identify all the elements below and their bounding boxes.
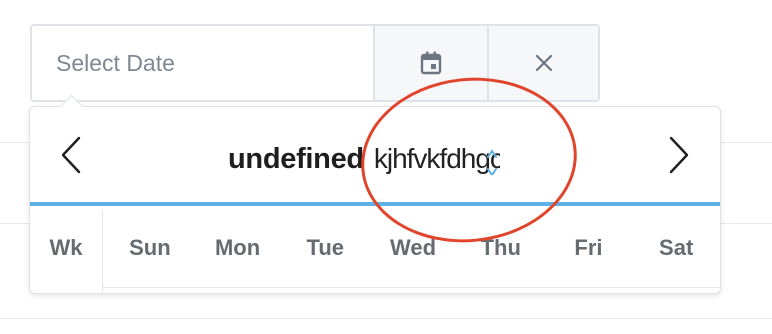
week-number-column: Wk (30, 210, 103, 295)
page: undefined (0, 0, 772, 334)
chevron-right-icon (668, 135, 690, 180)
weekday-mon: Mon (214, 235, 261, 260)
prev-month-button[interactable] (56, 135, 86, 180)
date-input[interactable] (32, 26, 373, 100)
weekday-header-row: Wk Sun Mon Tue Wed Thu Fri Sat (30, 210, 720, 295)
calendar-popup: undefined kjhfvkfdhgc Wk Sun Mon Tue Wed… (29, 106, 721, 295)
calendar-toggle-button[interactable] (373, 26, 487, 100)
current-month: undefined (228, 139, 504, 179)
month-navigation: undefined (30, 107, 720, 206)
close-icon (534, 53, 554, 73)
month-label: undefined (228, 142, 364, 175)
weekday-labels: Sun Mon Tue Wed Thu Fri Sat (103, 210, 720, 288)
calendar-icon (419, 50, 443, 76)
week-number-header: Wk (49, 235, 83, 260)
date-picker-field (30, 24, 600, 102)
weekday-wed: Wed (389, 235, 437, 260)
clear-date-button[interactable] (487, 26, 598, 100)
next-month-button[interactable] (664, 135, 694, 180)
weekday-tue: Tue (306, 235, 345, 260)
year-input-wrapper (373, 143, 504, 175)
weekday-sat: Sat (659, 235, 694, 260)
weekday-sun: Sun (129, 235, 171, 260)
weekday-fri: Fri (574, 235, 603, 260)
weekday-thu: Thu (480, 235, 521, 260)
background-divider (0, 318, 772, 319)
chevron-left-icon (60, 135, 82, 180)
year-input[interactable] (373, 143, 500, 175)
spinner-arrows-icon[interactable] (486, 145, 498, 175)
